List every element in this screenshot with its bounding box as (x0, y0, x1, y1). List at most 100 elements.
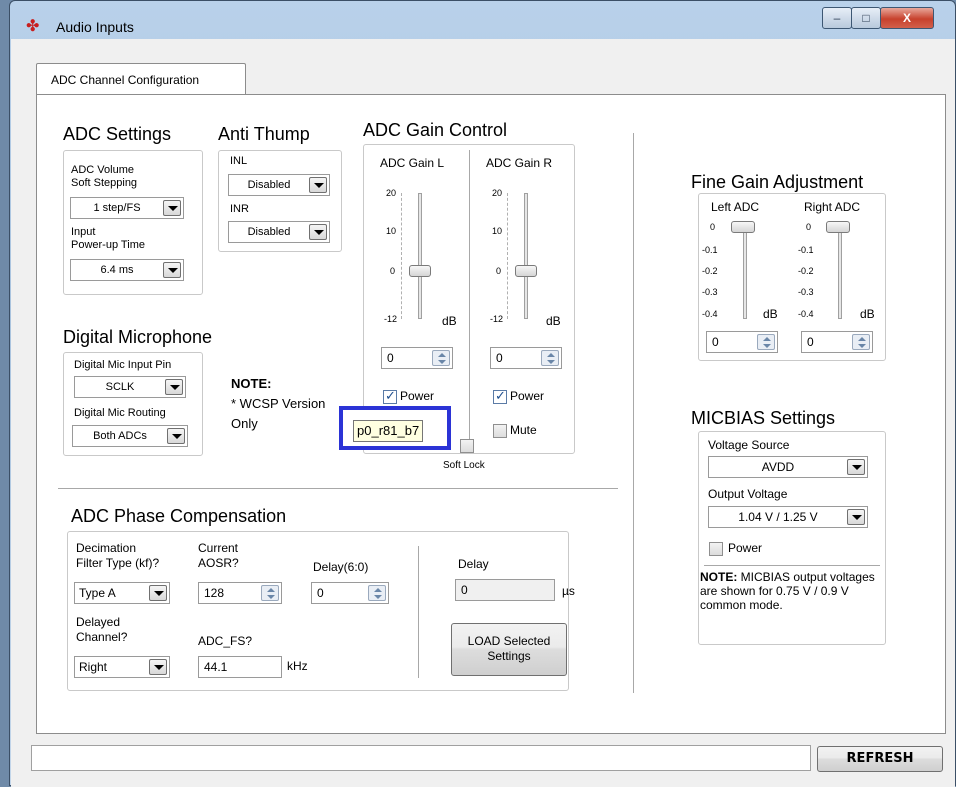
spin-updown-icon[interactable] (261, 585, 279, 601)
gain-l-spinbox[interactable]: 0 (381, 347, 453, 369)
fine-l-tick: -0.4 (702, 309, 718, 319)
status-bar-field (31, 745, 811, 771)
adc-settings-title: ADC Settings (63, 124, 172, 144)
digital-mic-input-pin-select[interactable]: SCLK (74, 376, 186, 398)
adc-gain-control-title: ADC Gain Control (363, 120, 508, 140)
window-title: Audio Inputs (56, 19, 134, 35)
micbias-power-checkbox[interactable] (709, 542, 723, 556)
delayed-channel-label: Delayed Channel? (76, 615, 128, 644)
tooltip-highlight-box: p0_r81_b7 (339, 406, 451, 450)
load-selected-settings-button[interactable]: LOAD Selected Settings (451, 623, 567, 676)
micbias-divider (704, 565, 880, 566)
delay-unit: µs (562, 584, 575, 598)
gain-l-tick: 10 (386, 226, 397, 236)
gain-r-spinbox[interactable]: 0 (490, 347, 562, 369)
tab-adc-channel-configuration[interactable]: ADC Channel Configuration (36, 63, 246, 95)
adc-gain-l-label: ADC Gain L (380, 156, 445, 170)
voltage-source-select[interactable]: AVDD (708, 456, 868, 478)
soft-lock-label: Soft Lock (443, 460, 485, 471)
fine-l-slider-thumb[interactable] (731, 221, 755, 233)
inr-select[interactable]: Disabled (228, 221, 330, 243)
spin-updown-icon[interactable] (368, 585, 386, 601)
micbias-note-title: NOTE: (700, 570, 738, 584)
gain-l-tick: -12 (384, 314, 398, 324)
chevron-down-icon (167, 428, 185, 444)
title-bar[interactable]: ✤ Audio Inputs – □ X (10, 1, 955, 39)
chevron-down-icon (165, 379, 183, 395)
delay-readout: 0 (455, 579, 555, 601)
aosr-label: Current AOSR? (198, 541, 239, 570)
decimation-select[interactable]: Type A (74, 582, 170, 604)
fine-l-unit: dB (763, 307, 778, 321)
digital-mic-routing-label: Digital Mic Routing (74, 407, 166, 419)
powerup-time-select[interactable]: 6.4 ms (70, 259, 184, 281)
fine-l-tick: 0 (710, 222, 716, 232)
gain-r-power-checkbox[interactable] (493, 388, 507, 404)
digital-mic-input-pin-label: Digital Mic Input Pin (74, 359, 172, 371)
voltage-source-label: Voltage Source (708, 438, 790, 452)
digital-microphone-title: Digital Microphone (63, 327, 213, 347)
fine-r-tick: -0.1 (798, 245, 814, 255)
gain-r-tick: 20 (492, 188, 503, 198)
register-tooltip: p0_r81_b7 (353, 420, 424, 442)
micbias-note: NOTE: MICBIAS output voltages are shown … (700, 570, 884, 612)
anti-thump-title: Anti Thump (218, 124, 310, 144)
output-voltage-select[interactable]: 1.04 V / 1.25 V (708, 506, 868, 528)
gain-r-slider-thumb[interactable] (515, 265, 537, 277)
volume-soft-stepping-label: ADC Volume Soft Stepping (71, 164, 138, 189)
gain-l-power-checkbox[interactable] (383, 388, 397, 404)
output-voltage-label: Output Voltage (708, 487, 788, 501)
fine-r-tick: -0.4 (798, 309, 814, 319)
volume-soft-stepping-select[interactable]: 1 step/FS (70, 197, 184, 219)
chevron-down-icon (309, 224, 327, 240)
note-line-2: Only (231, 416, 258, 431)
spin-updown-icon[interactable] (757, 334, 775, 350)
aosr-spinbox[interactable]: 128 (198, 582, 282, 604)
gain-r-tick: 10 (492, 226, 503, 236)
inl-select[interactable]: Disabled (228, 174, 330, 196)
gain-l-track (418, 193, 422, 319)
chevron-down-icon (847, 459, 865, 475)
delay-label: Delay (458, 557, 489, 571)
inl-label: INL (230, 155, 248, 167)
digital-mic-routing-select[interactable]: Both ADCs (72, 425, 188, 447)
fine-r-unit: dB (860, 307, 875, 321)
refresh-button[interactable]: REFRESH (817, 746, 943, 772)
fine-gain-right-label: Right ADC (804, 200, 861, 214)
gain-r-mute-checkbox[interactable] (493, 424, 507, 438)
gain-l-tick: 20 (386, 188, 397, 198)
delay60-label: Delay(6:0) (313, 560, 369, 574)
fine-r-spinbox[interactable]: 0 (801, 331, 873, 353)
chevron-down-icon (149, 659, 167, 675)
fine-r-tick: 0 (806, 222, 812, 232)
fine-gain-left-label: Left ADC (711, 200, 760, 214)
chevron-down-icon (163, 262, 181, 278)
minimize-button[interactable]: – (822, 7, 852, 29)
spin-updown-icon[interactable] (541, 350, 559, 366)
gain-r-tick: -12 (490, 314, 504, 324)
fine-gain-title: Fine Gain Adjustment (691, 172, 864, 192)
spin-updown-icon[interactable] (852, 334, 870, 350)
micbias-power-label: Power (728, 541, 763, 555)
delay60-spinbox[interactable]: 0 (311, 582, 389, 604)
gain-l-tick-marks (401, 193, 405, 319)
delayed-channel-select[interactable]: Right (74, 656, 170, 678)
gain-l-slider-thumb[interactable] (409, 265, 431, 277)
powerup-time-label: Input Power-up Time (71, 226, 145, 251)
fine-l-spinbox[interactable]: 0 (706, 331, 778, 353)
maximize-button[interactable]: □ (851, 7, 881, 29)
panel-vertical-divider (633, 133, 634, 693)
adc-fs-field[interactable]: 44.1 (198, 656, 282, 678)
gain-l-power-label: Power (400, 389, 435, 403)
close-button[interactable]: X (880, 7, 934, 29)
fine-l-tick: -0.1 (702, 245, 718, 255)
soft-lock-checkbox[interactable] (460, 439, 474, 453)
gain-r-mute-label: Mute (510, 423, 537, 437)
spin-updown-icon[interactable] (432, 350, 450, 366)
gain-l-unit: dB (442, 314, 457, 328)
fine-r-slider-thumb[interactable] (826, 221, 850, 233)
gain-divider (469, 150, 470, 448)
gain-r-power-label: Power (510, 389, 545, 403)
ti-logo-icon: ✤ (26, 18, 40, 35)
fine-l-track (743, 225, 747, 319)
